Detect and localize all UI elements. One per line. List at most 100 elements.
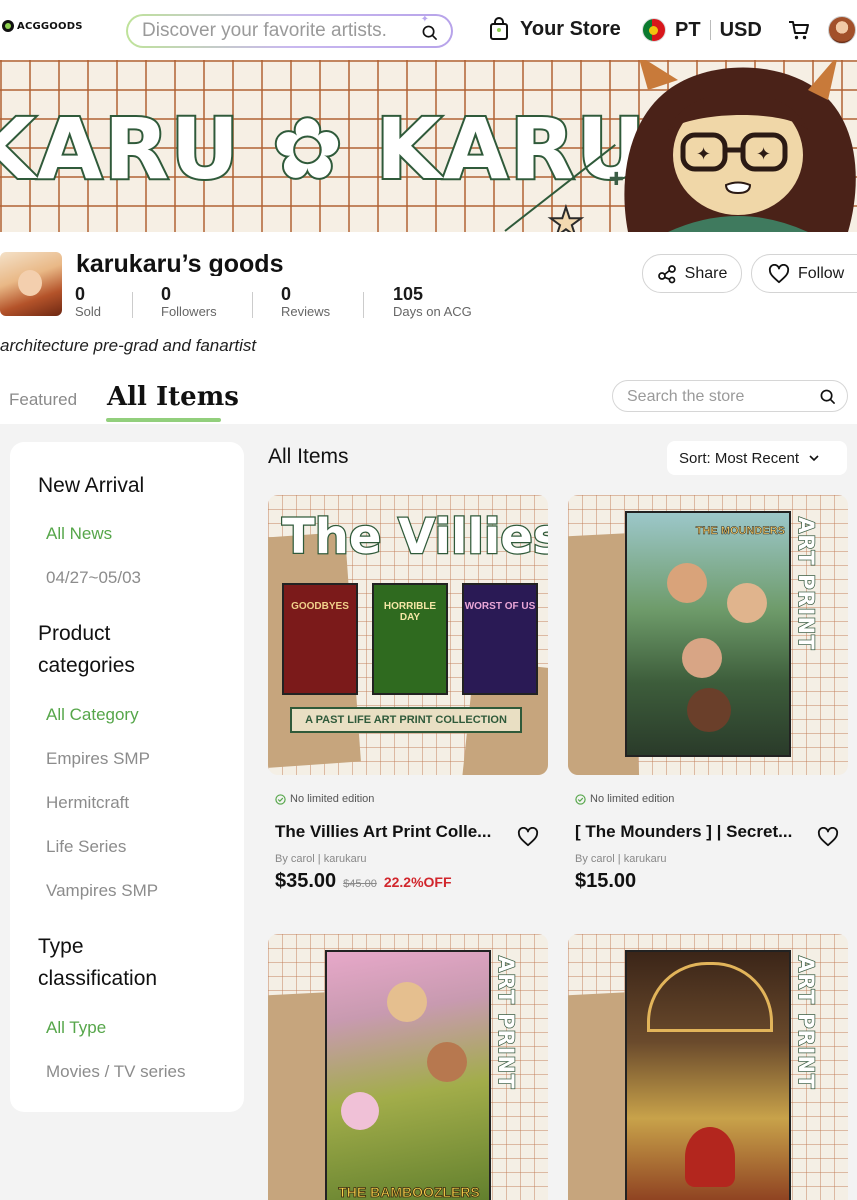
store-search-input[interactable]	[627, 386, 807, 408]
filter-vampires-smp[interactable]: Vampires SMP	[46, 881, 158, 901]
product-categories-heading-line2: categories	[38, 654, 135, 677]
product-author: By carol | karukaru	[275, 853, 367, 865]
type-classification-heading-line2: classification	[38, 967, 158, 990]
stat-value: 0	[281, 284, 292, 304]
filter-all-type[interactable]: All Type	[46, 1018, 106, 1038]
store-search	[612, 380, 848, 412]
product-price: $15.00	[575, 870, 636, 893]
items-section-title: All Items	[268, 445, 349, 468]
product-title[interactable]: [ The Mounders ] | Secret...	[575, 822, 805, 842]
shopping-bag-icon	[490, 17, 508, 40]
filter-empires-smp[interactable]: Empires SMP	[46, 749, 150, 769]
character-face	[341, 1092, 379, 1130]
mounders-poster: THE MOUNDERS	[625, 511, 791, 757]
tab-featured[interactable]: Featured	[9, 390, 77, 410]
poster-title: WORST OF US	[464, 601, 536, 612]
art-print-vertical-text: ART PRINT	[493, 955, 519, 1090]
favorite-heart-icon[interactable]	[817, 827, 839, 847]
site-logo[interactable]: ACGGOODS	[2, 20, 83, 32]
global-search-input[interactable]	[142, 19, 412, 43]
character-face	[727, 583, 767, 623]
share-icon	[657, 264, 676, 283]
poster-title: THE MOUNDERS	[695, 525, 786, 538]
filter-hermitcraft[interactable]: Hermitcraft	[46, 793, 129, 813]
filter-life-series[interactable]: Life Series	[46, 837, 126, 857]
star-icon: ★	[547, 200, 585, 232]
hall-illustration-poster	[625, 950, 791, 1200]
check-circle-icon	[575, 793, 586, 805]
chevron-down-icon	[809, 455, 819, 462]
product-title[interactable]: The Villies Art Print Colle...	[275, 822, 505, 842]
sort-label: Sort: Most Recent	[679, 449, 800, 467]
search-icon[interactable]	[422, 25, 437, 40]
art-print-vertical-text: ART PRINT	[793, 955, 819, 1090]
your-store-label: Your Store	[520, 17, 621, 40]
product-author: By carol | karukaru	[575, 853, 667, 865]
banner-title: KARU ✿ KARU	[0, 98, 647, 200]
search-icon[interactable]	[820, 389, 835, 404]
banner-character-illustration: ✦ ✦ ✚ ✚ ✚	[608, 60, 856, 232]
filter-date-range[interactable]: 04/27~05/03	[46, 568, 141, 588]
product-image[interactable]: ART PRINT	[568, 934, 848, 1200]
favorite-heart-icon[interactable]	[517, 827, 539, 847]
poster-worst-of-us: WORST OF US	[462, 583, 538, 695]
svg-text:✦: ✦	[696, 144, 711, 165]
store-name: karukaru’s goods	[76, 250, 284, 276]
store-stats: 0 Sold 0 Followers 0 Reviews 105 Days on…	[75, 284, 472, 320]
collection-banner: A PAST LIFE ART PRINT COLLECTION	[290, 707, 522, 733]
cart-icon[interactable]	[788, 19, 810, 41]
share-button[interactable]: Share	[642, 254, 742, 293]
logo-text: ACGGOODS	[17, 20, 83, 32]
stat-label: Followers	[161, 304, 217, 319]
filter-all-news[interactable]: All News	[46, 524, 112, 544]
language-code: PT	[675, 18, 701, 41]
stat-value: 0	[161, 284, 172, 304]
poster-title: HORRIBLE DAY	[383, 601, 437, 623]
poster-goodbyes: GOODBYES	[282, 583, 358, 695]
sparkle-icon: ✦	[420, 14, 429, 25]
poster-horrible-day: HORRIBLE DAY	[372, 583, 448, 695]
limited-edition-badge: No limited edition	[275, 793, 374, 805]
art-print-vertical-text: ART PRINT	[793, 516, 819, 651]
locale-selector[interactable]: PT USD	[642, 17, 762, 43]
poster-title: THE BAMBOOZLERS	[338, 1184, 480, 1200]
follow-button[interactable]: Follow	[751, 254, 857, 293]
product-image[interactable]: THE MOUNDERS ART PRINT	[568, 495, 848, 775]
filter-movies-tv-series[interactable]: Movies / TV series	[46, 1062, 186, 1082]
product-image[interactable]: The Villies GOODBYES HORRIBLE DAY WORST …	[268, 495, 548, 775]
top-navigation: ACGGOODS ✦ Your Store PT USD	[0, 0, 857, 60]
stat-label: Days on ACG	[393, 304, 472, 319]
sort-dropdown[interactable]: Sort: Most Recent	[667, 441, 847, 475]
stat-days-on-acg: 105 Days on ACG	[364, 284, 472, 320]
heart-icon	[768, 263, 790, 283]
product-categories-heading-line1: Product	[38, 622, 111, 645]
original-price: $45.00	[343, 878, 377, 890]
badge-label: No limited edition	[590, 793, 675, 805]
stat-value: 0	[75, 284, 86, 304]
user-avatar[interactable]	[828, 16, 856, 44]
svg-text:✚ ✚: ✚ ✚	[608, 169, 624, 190]
character-face	[687, 688, 731, 732]
character-face	[682, 638, 722, 678]
currency-code: USD	[719, 18, 762, 41]
character-face	[427, 1042, 467, 1082]
discount-badge: 22.2%OFF	[383, 874, 452, 890]
svg-text:✦: ✦	[756, 144, 771, 165]
limited-edition-badge: No limited edition	[575, 793, 674, 805]
arch-decoration	[647, 962, 773, 1032]
new-arrival-heading: New Arrival	[38, 474, 145, 497]
villies-headline: The Villies	[281, 508, 548, 567]
locale-divider	[709, 20, 711, 40]
global-search: ✦	[126, 14, 453, 48]
stat-sold: 0 Sold	[75, 284, 132, 320]
current-price: $15.00	[575, 870, 637, 892]
badge-label: No limited edition	[290, 793, 375, 805]
stat-label: Sold	[75, 304, 102, 319]
tab-all-items[interactable]: All Items	[107, 382, 239, 412]
stat-value: 105	[393, 284, 424, 304]
product-image[interactable]: THE BAMBOOZLERS ART PRINT	[268, 934, 548, 1200]
filter-all-category[interactable]: All Category	[46, 705, 139, 725]
your-store-link[interactable]: Your Store	[488, 17, 621, 41]
product-price: $35.00 $45.00 22.2%OFF	[275, 870, 452, 893]
poster-title: GOODBYES	[291, 601, 349, 612]
